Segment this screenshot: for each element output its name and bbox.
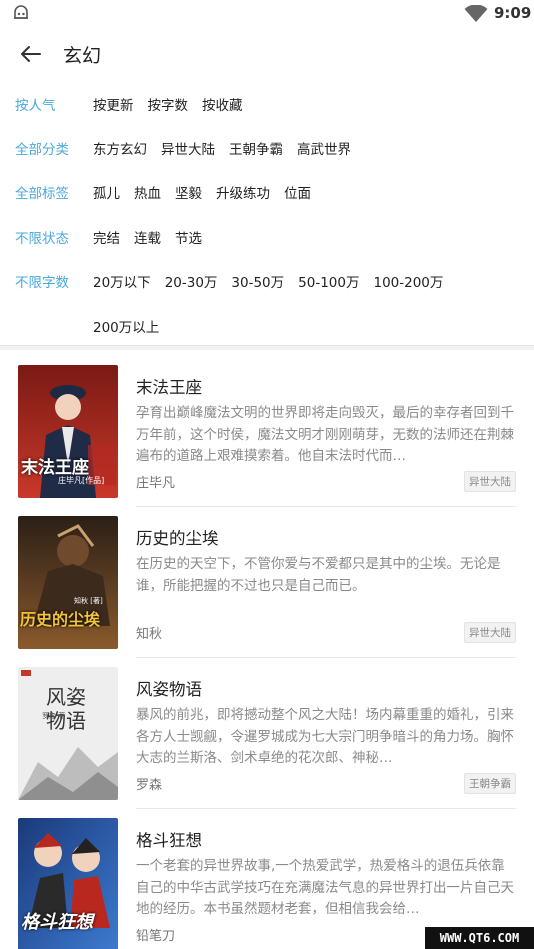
filter-row-wordcount: 不限字数 20万以下 20-30万 30-50万 50-100万 100-200… (0, 265, 534, 295)
filter-option[interactable]: 东方玄幻 (93, 138, 147, 158)
header: 玄幻 (0, 28, 534, 78)
filter-option[interactable]: 按更新 (93, 94, 134, 114)
book-cover: 历史的尘埃 知秋 [著] (18, 516, 118, 649)
book-category-tag: 异世大陆 (464, 471, 516, 492)
filter-row-sort: 按人气 按更新 按字数 按收藏 (0, 88, 534, 118)
filter-label-status[interactable]: 不限状态 (15, 227, 69, 247)
filter-option[interactable]: 王朝争霸 (229, 138, 283, 158)
filter-option[interactable]: 20万以下 (93, 271, 151, 291)
wifi-icon (464, 4, 488, 23)
filter-option[interactable]: 50-100万 (298, 271, 359, 291)
filter-option[interactable]: 按字数 (148, 94, 189, 114)
status-bar: 9:09 (0, 0, 534, 28)
divider (136, 506, 516, 507)
book-author: 铅笔刀 (136, 929, 176, 944)
filter-option[interactable]: 升级练功 (216, 182, 270, 202)
book-cover: 末法王座 庄毕凡[作品] (18, 365, 118, 498)
filter-option[interactable]: 30-50万 (231, 271, 284, 291)
filter-option[interactable]: 节选 (175, 227, 202, 247)
filter-row-status: 不限状态 完结 连载 节选 (0, 221, 534, 251)
filter-option[interactable]: 孤儿 (93, 182, 120, 202)
filter-option[interactable]: 完结 (93, 227, 120, 247)
cover-author: 知秋 [著] (74, 597, 103, 605)
cover-title: 风姿物语 (46, 685, 86, 733)
book-category-tag: 异世大陆 (464, 622, 516, 643)
filter-option[interactable]: 20-30万 (165, 271, 218, 291)
book-author: 知秋 (136, 627, 163, 642)
book-category-tag: 王朝争霸 (464, 773, 516, 794)
book-author: 罗森 (136, 778, 163, 793)
book-cover: 风姿物语 罗森 著 (18, 667, 118, 800)
filter-option[interactable]: 位面 (284, 182, 311, 202)
filter-row-category: 全部分类 东方玄幻 异世大陆 王朝争霸 高武世界 (0, 132, 534, 162)
filter-option[interactable]: 坚毅 (175, 182, 202, 202)
filter-option[interactable]: 热血 (134, 182, 161, 202)
divider (136, 808, 516, 809)
book-author: 庄毕凡 (136, 476, 176, 491)
book-item[interactable]: 风姿物语 罗森 著 风姿物语 暴风的前兆，即将撼动整个风之大陆！场内幕重重的婚礼… (0, 667, 534, 817)
filter-label-category[interactable]: 全部分类 (15, 138, 69, 158)
filter-row-wordcount-cont: 200万以上 (0, 310, 534, 340)
book-item[interactable]: 末法王座 庄毕凡[作品] 末法王座 孕育出巅峰魔法文明的世界即将走向毁灭，最后的… (0, 365, 534, 515)
filter-option[interactable]: 按收藏 (202, 94, 243, 114)
filter-option[interactable]: 连载 (134, 227, 161, 247)
arrow-left-icon (21, 46, 41, 62)
filter-option[interactable]: 100-200万 (373, 271, 443, 291)
book-description: 孕育出巅峰魔法文明的世界即将走向毁灭，最后的幸存者回到千万年前，这个时侯，魔法文… (136, 405, 514, 464)
book-item[interactable]: 历史的尘埃 知秋 [著] 历史的尘埃 在历史的天空下，不管你爱与不爱都只是其中的… (0, 516, 534, 666)
section-divider (0, 345, 534, 350)
book-cover: 格斗狂想 (18, 818, 118, 949)
filter-label-sort[interactable]: 按人气 (15, 94, 56, 114)
cover-author: 庄毕凡[作品] (58, 476, 105, 485)
filter-row-tags: 全部标签 孤儿 热血 坚毅 升级练功 位面 (0, 176, 534, 206)
book-description: 暴风的前兆，即将撼动整个风之大陆！场内幕重重的婚礼，引来各方人士觊觎，令暹罗城成… (136, 707, 514, 766)
filter-option[interactable]: 异世大陆 (161, 138, 215, 158)
book-title: 历史的尘埃 (136, 529, 219, 548)
filter-option[interactable]: 高武世界 (297, 138, 351, 158)
cover-title: 历史的尘埃 (20, 610, 101, 629)
book-description: 在历史的天空下，不管你爱与不爱都只是其中的尘埃。无论是谁，所能把握的不过也只是自… (136, 556, 501, 594)
book-title: 格斗狂想 (136, 831, 202, 850)
filter-label-wordcount[interactable]: 不限字数 (15, 271, 69, 291)
status-time: 9:09 (494, 4, 532, 22)
filter-label-tags[interactable]: 全部标签 (15, 182, 69, 202)
book-description: 一个老套的异世界故事,一个热爱武学，热爱格斗的退伍兵依靠自己的中华古武学技巧在充… (136, 858, 514, 917)
watermark: WWW.QT6.COM (425, 927, 534, 949)
cover-title: 格斗狂想 (21, 912, 93, 933)
book-title: 末法王座 (136, 378, 202, 397)
book-title: 风姿物语 (136, 680, 202, 699)
back-button[interactable] (18, 40, 46, 68)
page-title: 玄幻 (63, 45, 102, 67)
divider (136, 657, 516, 658)
filter-option[interactable]: 200万以上 (93, 316, 159, 336)
notification-icon (11, 3, 31, 23)
cover-author: 罗森 著 (42, 712, 66, 720)
